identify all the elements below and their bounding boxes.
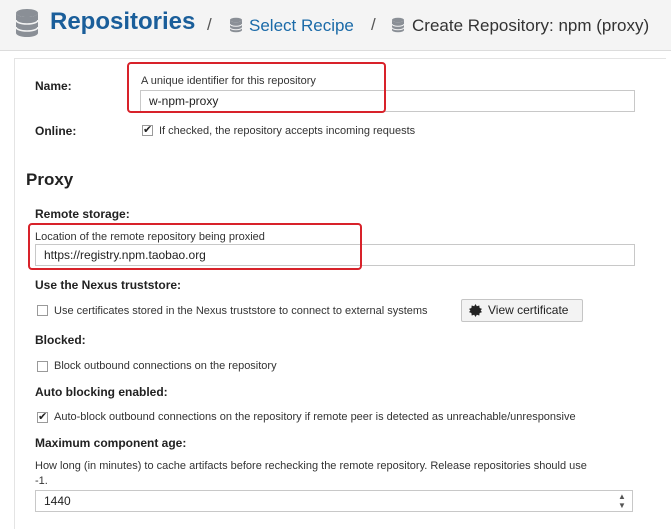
max-component-age-input[interactable]: 1440 xyxy=(35,490,633,512)
breadcrumb-current: Create Repository: npm (proxy) xyxy=(412,16,650,35)
blocked-checkbox[interactable] xyxy=(37,361,48,372)
remote-storage-label: Remote storage: xyxy=(35,207,130,221)
online-checkbox-text: If checked, the repository accepts incom… xyxy=(159,125,416,137)
spinner-up-icon[interactable]: ▲ xyxy=(617,493,627,501)
highlight-box-remote-storage xyxy=(28,223,362,270)
online-checkbox[interactable]: ✔ xyxy=(142,125,153,136)
view-certificate-label: View certificate xyxy=(488,303,569,317)
auto-blocking-checkbox-text: Auto-block outbound connections on the r… xyxy=(54,411,576,423)
breadcrumb-separator: / xyxy=(207,15,212,34)
truststore-checkbox-text: Use certificates stored in the Nexus tru… xyxy=(54,305,428,317)
blocked-label: Blocked: xyxy=(35,333,86,347)
certificate-badge-icon xyxy=(469,304,482,317)
page-header: Repositories / Select Recipe / Create Re… xyxy=(0,0,671,51)
breadcrumb-separator: / xyxy=(371,15,376,34)
truststore-checkbox[interactable] xyxy=(37,305,48,316)
database-icon xyxy=(391,17,405,33)
auto-blocking-checkbox[interactable]: ✔ xyxy=(37,412,48,423)
proxy-section-title: Proxy xyxy=(26,170,74,189)
max-component-age-help-line2: -1. xyxy=(35,475,48,487)
max-component-age-label: Maximum component age: xyxy=(35,436,187,450)
view-certificate-button[interactable]: View certificate xyxy=(461,299,583,322)
max-component-age-help-line1: How long (in minutes) to cache artifacts… xyxy=(35,460,587,472)
database-icon xyxy=(229,17,243,33)
auto-blocking-label: Auto blocking enabled: xyxy=(35,385,168,399)
spinner-down-icon[interactable]: ▼ xyxy=(617,502,627,510)
truststore-label: Use the Nexus truststore: xyxy=(35,278,182,292)
page-title: Repositories xyxy=(50,8,196,35)
online-label: Online: xyxy=(35,124,77,138)
name-label: Name: xyxy=(35,79,72,93)
breadcrumb-select-recipe[interactable]: Select Recipe xyxy=(249,16,354,36)
blocked-checkbox-text: Block outbound connections on the reposi… xyxy=(54,360,277,372)
repository-form: Name: A unique identifier for this repos… xyxy=(14,58,666,529)
database-icon xyxy=(15,9,39,37)
highlight-box-name xyxy=(127,62,386,113)
